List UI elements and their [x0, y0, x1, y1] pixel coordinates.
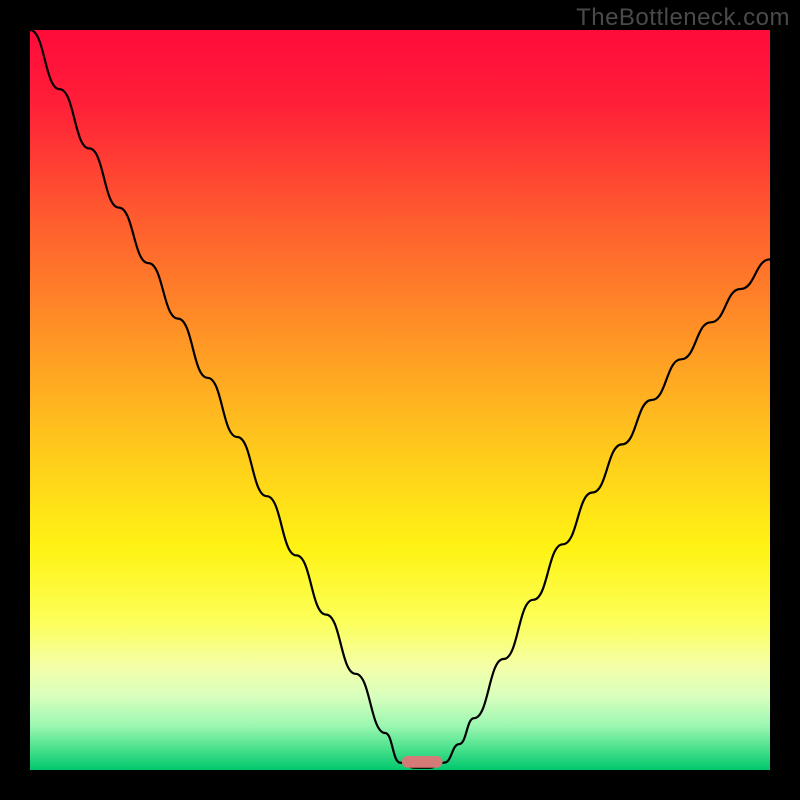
optimal-pill — [402, 756, 443, 768]
watermark-text: TheBottleneck.com — [576, 4, 790, 32]
optimal-marker — [402, 756, 443, 768]
chart-plot-background — [30, 30, 770, 770]
bottleneck-chart — [0, 0, 800, 800]
